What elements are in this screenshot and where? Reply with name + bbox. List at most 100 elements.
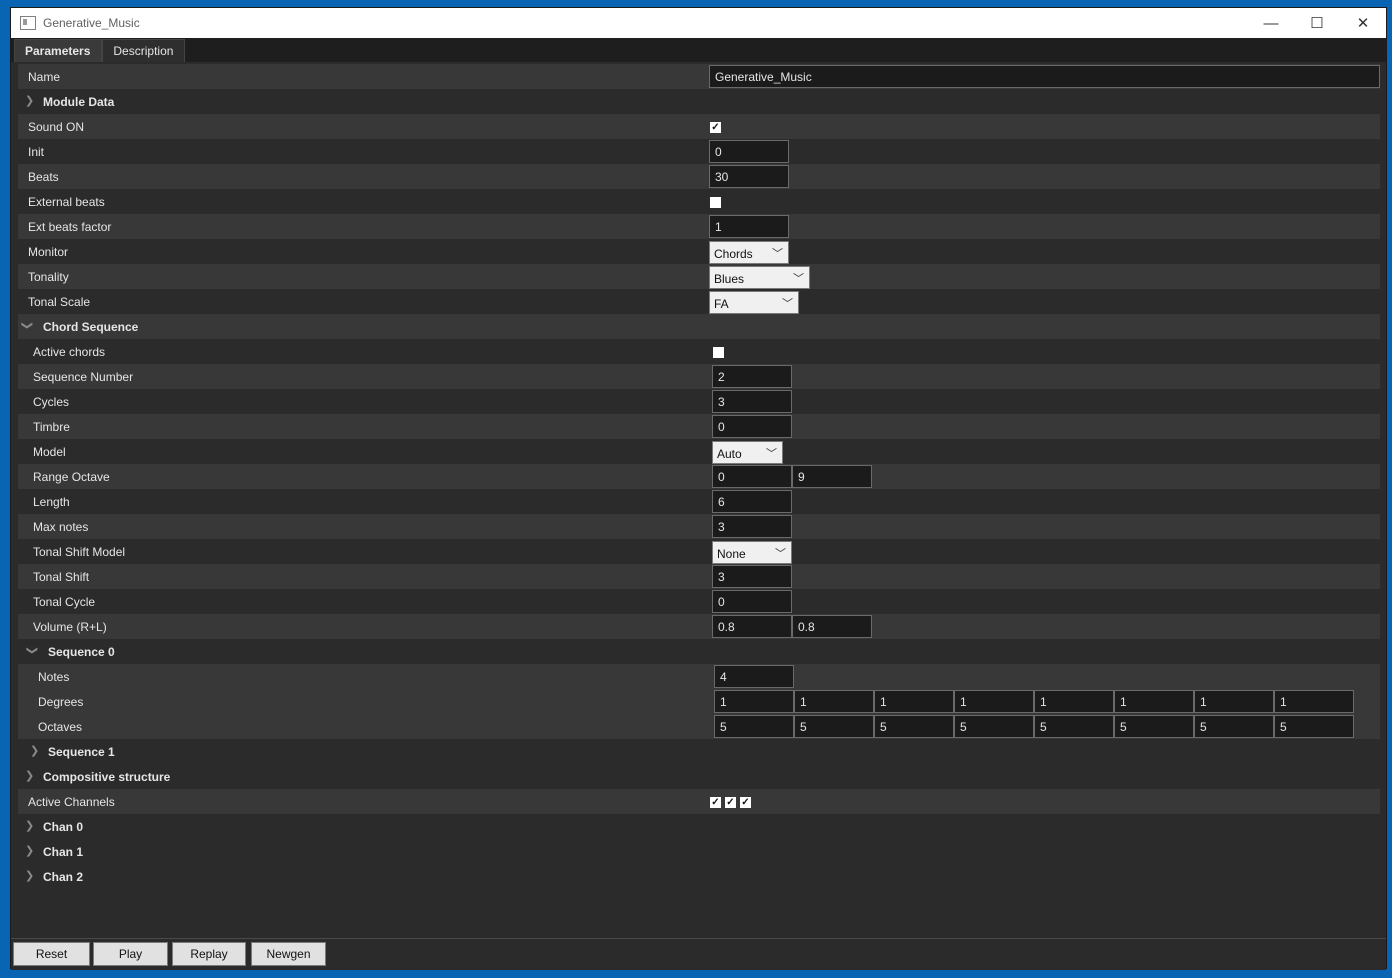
tonal-shift-model-select-value: None — [717, 547, 746, 561]
row-timbre: Timbre 0 — [18, 414, 1380, 439]
channel-2-checkbox[interactable]: ✓ — [740, 797, 751, 808]
octave-input[interactable]: 5 — [1114, 715, 1194, 738]
row-beats: Beats 30 — [18, 164, 1380, 189]
degree-input[interactable]: 1 — [1194, 690, 1274, 713]
degree-input[interactable]: 1 — [1274, 690, 1354, 713]
tonal-shift-input[interactable]: 3 — [712, 565, 792, 588]
group-chan-2[interactable]: ❯ Chan 2 — [18, 864, 1380, 889]
chevron-down-icon: ❯ — [21, 320, 34, 331]
tab-bar: Parameters Description — [11, 38, 1386, 62]
degree-input[interactable]: 1 — [954, 690, 1034, 713]
chord-sequence-label: Chord Sequence — [43, 320, 139, 334]
init-label: Init — [28, 145, 45, 159]
active-chords-checkbox[interactable] — [713, 347, 724, 358]
group-sequence-1[interactable]: ❯ Sequence 1 — [18, 739, 1380, 764]
row-init: Init 0 — [18, 139, 1380, 164]
length-input[interactable]: 6 — [712, 490, 792, 513]
degree-input[interactable]: 1 — [714, 690, 794, 713]
chevron-right-icon: ❯ — [25, 770, 35, 782]
sound-on-checkbox[interactable]: ✓ — [710, 122, 721, 133]
tonal-scale-select-value: FA — [714, 297, 729, 311]
row-monitor: Monitor Chords ﹀ — [18, 239, 1380, 264]
button-bar: Reset Play Replay Newgen — [11, 938, 1386, 970]
group-sequence-0[interactable]: ❯ Sequence 0 — [18, 639, 1380, 664]
volume-label: Volume (R+L) — [33, 620, 107, 634]
module-data-label: Module Data — [43, 95, 115, 109]
tonality-select-value: Blues — [714, 272, 745, 286]
model-select[interactable]: Auto ﹀ — [712, 441, 783, 464]
tonal-shift-model-label: Tonal Shift Model — [33, 545, 126, 559]
chevron-down-icon: ﹀ — [782, 298, 793, 310]
replay-button[interactable]: Replay — [172, 942, 246, 966]
row-active-chords: Active chords — [18, 339, 1380, 364]
group-module-data[interactable]: ❯ Module Data — [18, 89, 1380, 114]
octave-input[interactable]: 5 — [1274, 715, 1354, 738]
tonal-scale-select[interactable]: FA ﹀ — [709, 291, 799, 314]
cycles-input[interactable]: 3 — [712, 390, 792, 413]
ext-beats-factor-input[interactable]: 1 — [709, 215, 789, 238]
beats-input[interactable]: 30 — [709, 165, 789, 188]
volume-right-input[interactable]: 0.8 — [712, 615, 792, 638]
name-label: Name — [28, 70, 61, 84]
group-chan-1[interactable]: ❯ Chan 1 — [18, 839, 1380, 864]
chan-1-label: Chan 1 — [43, 845, 84, 859]
maximize-button[interactable]: ☐ — [1294, 8, 1340, 38]
row-length: Length 6 — [18, 489, 1380, 514]
name-input[interactable]: Generative_Music — [709, 65, 1380, 88]
group-chan-0[interactable]: ❯ Chan 0 — [18, 814, 1380, 839]
tab-parameters[interactable]: Parameters — [14, 39, 103, 62]
group-chord-sequence[interactable]: ❯ Chord Sequence — [18, 314, 1380, 339]
range-octave-min-input[interactable]: 0 — [712, 465, 792, 488]
row-model: Model Auto ﹀ — [18, 439, 1380, 464]
degree-input[interactable]: 1 — [874, 690, 954, 713]
chevron-down-icon: ﹀ — [766, 448, 777, 460]
sequence-number-input[interactable]: 2 — [712, 365, 792, 388]
row-tonal-shift: Tonal Shift 3 — [18, 564, 1380, 589]
chan-2-label: Chan 2 — [43, 870, 84, 884]
octave-input[interactable]: 5 — [954, 715, 1034, 738]
channel-1-checkbox[interactable]: ✓ — [725, 797, 736, 808]
newgen-button[interactable]: Newgen — [251, 942, 326, 966]
row-ext-beats-factor: Ext beats factor 1 — [18, 214, 1380, 239]
init-input[interactable]: 0 — [709, 140, 789, 163]
group-compositive-structure[interactable]: ❯ Compositive structure — [18, 764, 1380, 789]
timbre-input[interactable]: 0 — [712, 415, 792, 438]
tab-description[interactable]: Description — [102, 39, 186, 62]
sequence-number-label: Sequence Number — [33, 370, 134, 384]
degree-input[interactable]: 1 — [794, 690, 874, 713]
range-octave-max-input[interactable]: 9 — [792, 465, 872, 488]
notes-label: Notes — [38, 670, 70, 684]
title-bar: Generative_Music — ☐ ✕ — [11, 8, 1386, 38]
external-beats-checkbox[interactable] — [710, 197, 721, 208]
close-button[interactable]: ✕ — [1340, 8, 1386, 38]
notes-input[interactable]: 4 — [714, 665, 794, 688]
octave-input[interactable]: 5 — [794, 715, 874, 738]
volume-left-input[interactable]: 0.8 — [792, 615, 872, 638]
row-active-channels: Active Channels ✓ ✓ ✓ — [18, 789, 1380, 814]
app-window: Generative_Music — ☐ ✕ Parameters Descri… — [10, 7, 1387, 970]
tonal-cycle-label: Tonal Cycle — [33, 595, 96, 609]
row-notes: Notes 4 — [18, 664, 1380, 689]
row-tonal-cycle: Tonal Cycle 0 — [18, 589, 1380, 614]
octave-input[interactable]: 5 — [874, 715, 954, 738]
play-button[interactable]: Play — [93, 942, 168, 966]
chevron-down-icon: ﹀ — [793, 273, 804, 285]
octave-input[interactable]: 5 — [1034, 715, 1114, 738]
tonal-scale-label: Tonal Scale — [28, 295, 91, 309]
reset-button[interactable]: Reset — [13, 942, 90, 966]
tonal-shift-model-select[interactable]: None ﹀ — [712, 541, 792, 564]
octave-input[interactable]: 5 — [714, 715, 794, 738]
degree-input[interactable]: 1 — [1114, 690, 1194, 713]
app-icon — [20, 16, 36, 30]
tonal-cycle-input[interactable]: 0 — [712, 590, 792, 613]
row-tonality: Tonality Blues ﹀ — [18, 264, 1380, 289]
row-max-notes: Max notes 3 — [18, 514, 1380, 539]
channel-0-checkbox[interactable]: ✓ — [710, 797, 721, 808]
octave-input[interactable]: 5 — [1194, 715, 1274, 738]
monitor-select[interactable]: Chords ﹀ — [709, 241, 789, 264]
minimize-button[interactable]: — — [1248, 8, 1294, 38]
max-notes-input[interactable]: 3 — [712, 515, 792, 538]
degree-input[interactable]: 1 — [1034, 690, 1114, 713]
tonal-shift-label: Tonal Shift — [33, 570, 90, 584]
tonality-select[interactable]: Blues ﹀ — [709, 266, 810, 289]
